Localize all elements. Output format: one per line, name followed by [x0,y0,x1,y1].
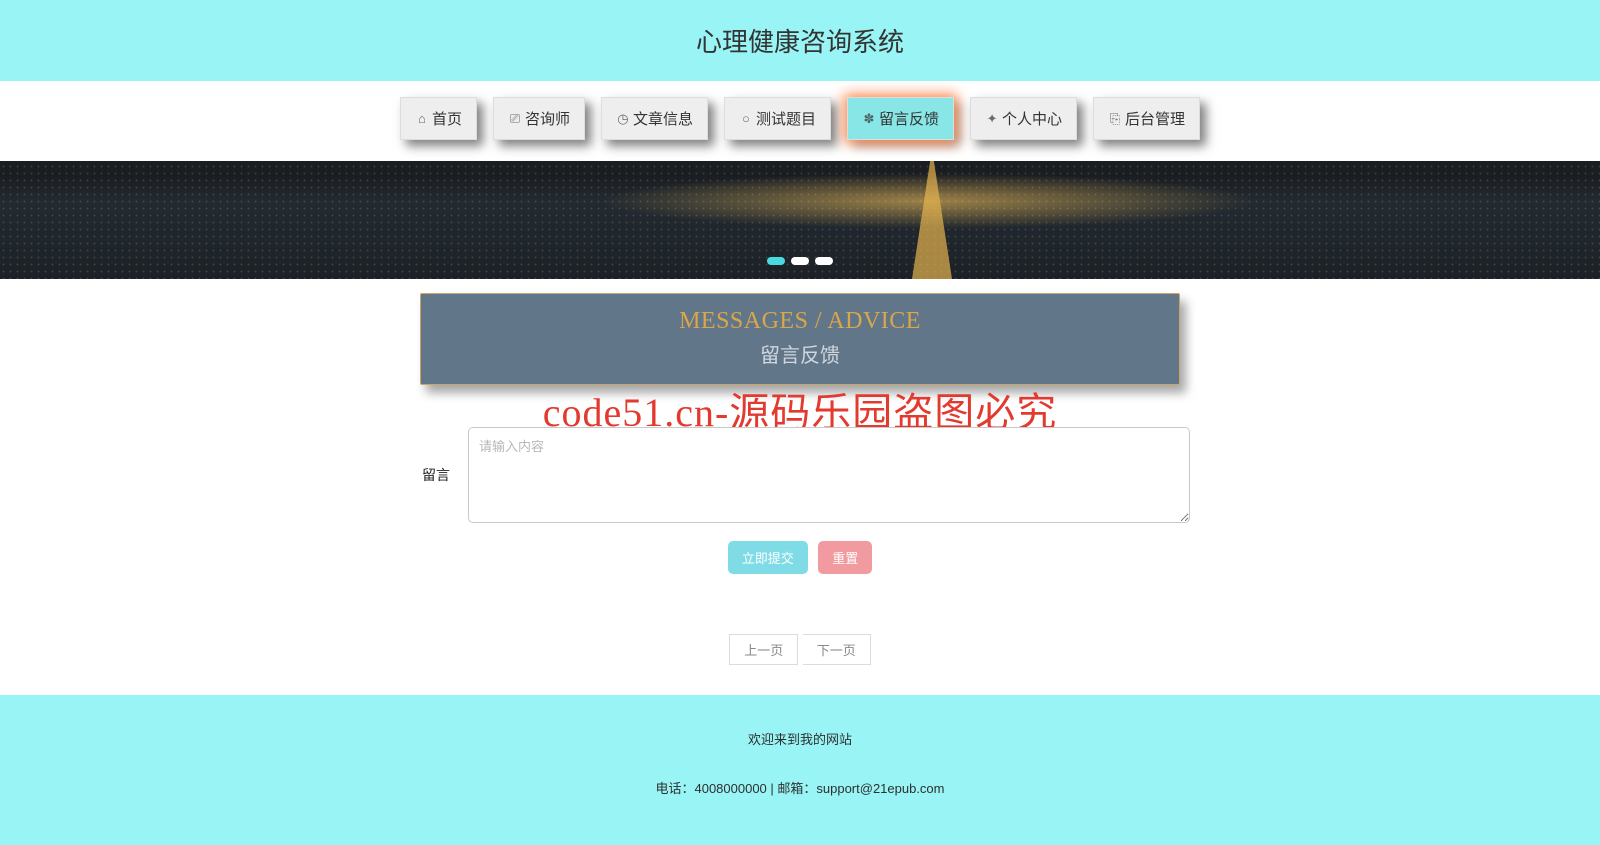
carousel-dot-3[interactable] [815,257,833,265]
nav-feedback[interactable]: ✽留言反馈 [847,97,954,140]
nav-profile-icon: ✦ [985,111,999,127]
nav-tests[interactable]: ○测试题目 [724,97,831,140]
nav-feedback-icon: ✽ [862,111,876,127]
hero-tower-graphic [912,149,952,279]
carousel-dot-1[interactable] [767,257,785,265]
message-textarea[interactable] [468,427,1190,523]
carousel-dots [767,257,833,265]
next-page-button[interactable]: 下一页 [803,634,871,665]
nav-admin-icon: ⎘ [1108,111,1122,127]
section-title-cn: 留言反馈 [421,339,1179,368]
section-title-en: MESSAGES / ADVICE [421,308,1179,335]
top-banner: 心理健康咨询系统 [0,0,1600,81]
feedback-form: 留言 [410,427,1190,523]
hero-carousel [0,149,1600,279]
nav-tests-label: 测试题目 [756,108,816,129]
form-buttons: 立即提交 重置 [0,541,1600,574]
pager: 上一页 下一页 [0,634,1600,665]
nav-articles-icon: ◷ [616,111,630,127]
section-title-card: MESSAGES / ADVICE 留言反馈 [420,293,1180,385]
nav-articles[interactable]: ◷文章信息 [601,97,708,140]
prev-page-button[interactable]: 上一页 [729,634,798,665]
nav-bar: ⌂首页 ⎚咨询师 ◷文章信息 ○测试题目 ✽留言反馈 ✦个人中心 ⎘后台管理 [0,81,1600,161]
nav-tests-icon: ○ [739,111,753,126]
site-title: 心理健康咨询系统 [696,27,904,57]
nav-home-label: 首页 [432,108,462,129]
nav-counselor[interactable]: ⎚咨询师 [493,97,585,140]
nav-counselor-label: 咨询师 [525,108,570,129]
nav-admin[interactable]: ⎘后台管理 [1093,97,1200,140]
nav-profile-label: 个人中心 [1002,108,1062,129]
nav-articles-label: 文章信息 [633,108,693,129]
nav-counselor-icon: ⎚ [508,111,522,127]
nav-feedback-label: 留言反馈 [879,108,939,129]
footer-contact: 电话：4008000000 | 邮箱：support@21epub.com [0,778,1600,797]
footer-welcome: 欢迎来到我的网站 [0,729,1600,748]
footer: 欢迎来到我的网站 电话：4008000000 | 邮箱：support@21ep… [0,695,1600,845]
reset-button[interactable]: 重置 [818,541,872,574]
carousel-dot-2[interactable] [791,257,809,265]
message-label: 留言 [410,465,450,485]
nav-home-icon: ⌂ [415,111,429,126]
nav-profile[interactable]: ✦个人中心 [970,97,1077,140]
nav-home[interactable]: ⌂首页 [400,97,477,140]
nav-admin-label: 后台管理 [1125,108,1185,129]
submit-button[interactable]: 立即提交 [728,541,808,574]
